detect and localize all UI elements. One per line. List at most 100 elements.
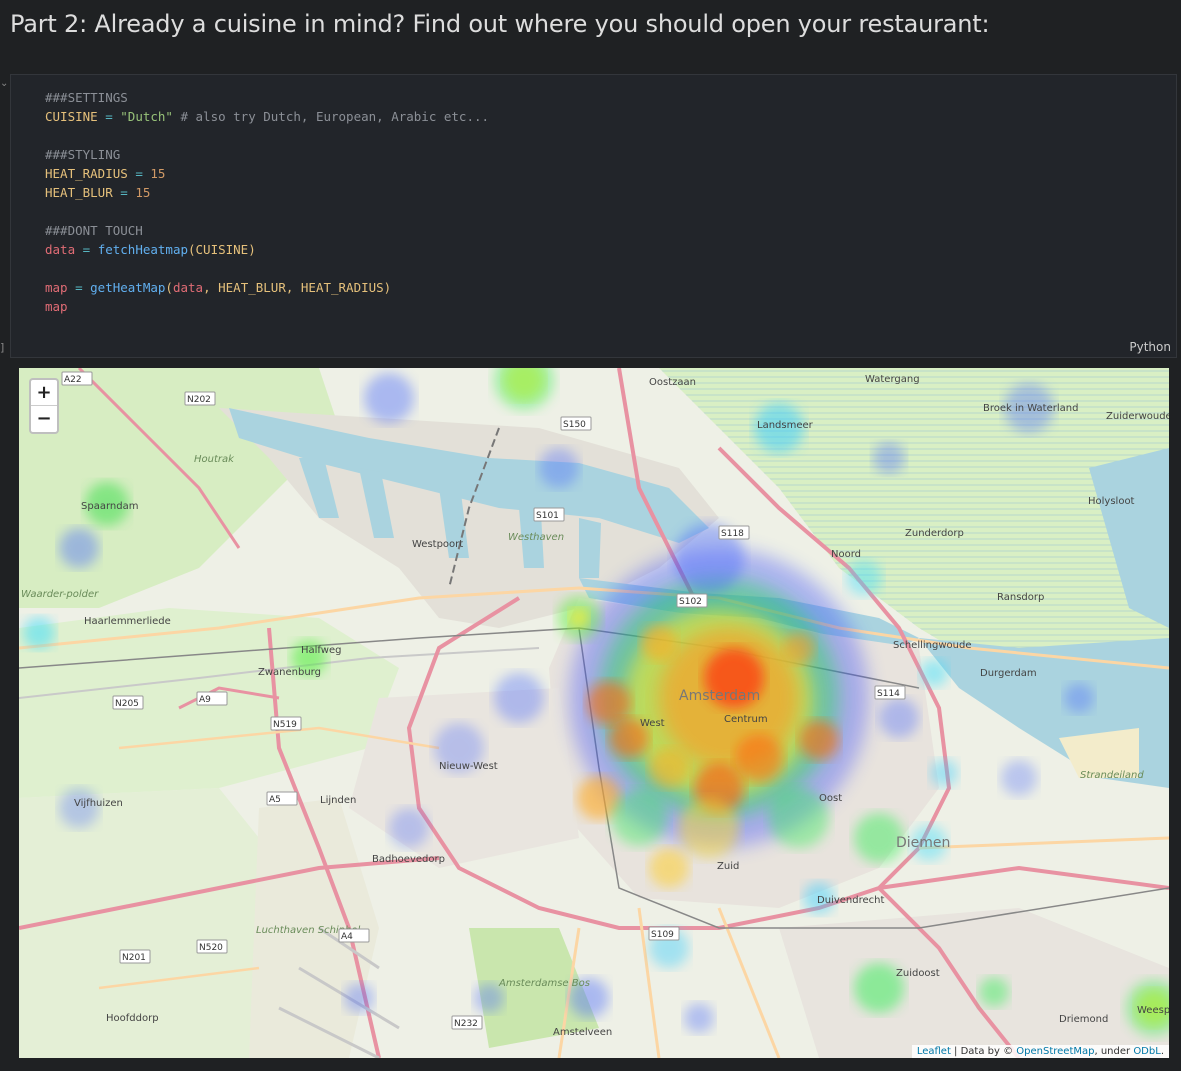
label-landsmeer: Landsmeer xyxy=(757,420,814,431)
openstreetmap-link[interactable]: OpenStreetMap xyxy=(1016,1046,1094,1057)
code-token: = xyxy=(112,185,136,200)
road-shield: S109 xyxy=(648,926,680,941)
code-token: HEAT_BLUR xyxy=(45,185,113,200)
label-westpoort: Westpoort xyxy=(412,539,463,550)
heat-blob xyxy=(389,808,429,848)
code-token: ###SETTINGS xyxy=(45,90,128,105)
attribution-under: , under xyxy=(1094,1046,1134,1057)
label-driemond: Driemond xyxy=(1059,1014,1108,1025)
code-token: CUISINE xyxy=(45,109,98,124)
code-token: = xyxy=(67,280,91,295)
code-token: HEAT_RADIUS xyxy=(45,166,128,181)
heat-blob xyxy=(979,977,1009,1007)
heat-blob xyxy=(735,734,783,782)
svg-text:A9: A9 xyxy=(199,695,211,705)
road-shield: N232 xyxy=(451,1015,483,1030)
code-token: map xyxy=(45,280,68,295)
svg-text:S101: S101 xyxy=(536,511,559,521)
code-token: , HEAT_BLUR, HEAT_RADIUS) xyxy=(203,280,392,295)
label-diemen: Diemen xyxy=(896,835,950,851)
attribution-text: | Data by © xyxy=(950,1046,1017,1057)
heat-blob xyxy=(930,759,958,787)
svg-text:N201: N201 xyxy=(122,953,146,963)
heat-blob xyxy=(611,790,667,846)
label-holysloot: Holysloot xyxy=(1088,496,1135,507)
label-centrum: Centrum xyxy=(724,714,768,725)
label-halfweg: Halfweg xyxy=(301,645,341,656)
heat-blob xyxy=(846,560,882,596)
heatmap-output[interactable]: Oostzaan Watergang Broek in Waterland Zu… xyxy=(19,368,1169,1058)
code-token: data xyxy=(172,280,204,295)
heat-blob xyxy=(679,798,739,858)
label-westhaven: Westhaven xyxy=(508,532,564,543)
zoom-in-button[interactable]: + xyxy=(31,380,57,406)
code-token: # also try Dutch, European, Arabic etc..… xyxy=(172,109,490,124)
road-shield: S101 xyxy=(533,507,565,522)
zoom-out-button[interactable]: − xyxy=(31,406,57,432)
code-token: map xyxy=(45,299,68,314)
svg-text:N520: N520 xyxy=(199,943,223,953)
code-cell[interactable]: ###SETTINGS CUISINE = "Dutch" # also try … xyxy=(10,74,1177,358)
label-duivendrecht: Duivendrecht xyxy=(817,895,884,906)
code-token: = xyxy=(97,109,121,124)
cell-language-label[interactable]: Python xyxy=(1129,340,1171,354)
road-shield: A5 xyxy=(266,791,298,806)
map-attribution: Leaflet | Data by © OpenStreetMap, under… xyxy=(911,1045,1169,1058)
heat-blob xyxy=(783,632,815,664)
road-shield: A4 xyxy=(338,928,370,943)
code-editor[interactable]: ###SETTINGS CUISINE = "Dutch" # also try … xyxy=(45,88,489,316)
odbl-link[interactable]: ODbL xyxy=(1133,1046,1161,1057)
svg-text:N519: N519 xyxy=(273,720,297,730)
label-oost: Oost xyxy=(819,793,842,804)
map-canvas[interactable]: Oostzaan Watergang Broek in Waterland Zu… xyxy=(19,368,1169,1058)
svg-text:S118: S118 xyxy=(721,529,744,539)
collapse-chevron-icon[interactable]: ⌄ xyxy=(0,78,8,89)
attribution-end: . xyxy=(1160,1046,1164,1057)
label-ransdorp: Ransdorp xyxy=(997,592,1044,603)
code-line: HEAT_BLUR = 15 xyxy=(45,183,489,202)
label-zunderdorp: Zunderdorp xyxy=(905,528,964,539)
label-lijnden: Lijnden xyxy=(320,795,356,806)
svg-text:A5: A5 xyxy=(269,795,281,805)
heat-blob xyxy=(649,748,689,788)
page-title: Part 2: Already a cuisine in mind? Find … xyxy=(10,10,990,38)
heat-blob xyxy=(59,528,99,568)
code-token: ( xyxy=(165,280,173,295)
road-shield: N520 xyxy=(196,939,228,954)
execution-count: ] xyxy=(0,341,5,354)
label-strandeiland: Strandeiland xyxy=(1080,770,1144,781)
label-zuid: Zuid xyxy=(717,861,739,872)
label-houtrak: Houtrak xyxy=(194,454,235,465)
road-shield: N205 xyxy=(112,695,144,710)
label-watergang: Watergang xyxy=(865,374,920,385)
label-broek-in-waterland: Broek in Waterland xyxy=(983,403,1078,414)
heat-blob xyxy=(569,608,589,628)
leaflet-link[interactable]: Leaflet xyxy=(917,1046,951,1057)
label-hoofddorp: Hoofddorp xyxy=(106,1013,159,1024)
label-haarlemmerliede: Haarlemmerliede xyxy=(84,616,171,627)
svg-text:N202: N202 xyxy=(187,395,211,405)
heat-blob xyxy=(1064,683,1094,713)
road-shield: A22 xyxy=(61,371,93,386)
heat-blob xyxy=(873,442,905,474)
heat-blob xyxy=(641,625,677,661)
label-nieuw-west: Nieuw-West xyxy=(439,761,498,772)
code-token: 15 xyxy=(135,185,151,200)
label-amstelveen: Amstelveen xyxy=(553,1027,612,1038)
label-noord: Noord xyxy=(831,549,861,560)
code-token: = xyxy=(75,242,98,257)
code-token: ###STYLING xyxy=(45,147,121,162)
code-line: HEAT_RADIUS = 15 xyxy=(45,164,489,183)
code-token: 15 xyxy=(150,166,166,181)
label-oostzaan: Oostzaan xyxy=(649,377,696,388)
label-waarderpolder: Waarder-polder xyxy=(21,589,99,600)
road-shield: N202 xyxy=(184,391,216,406)
svg-text:N232: N232 xyxy=(454,1019,478,1029)
label-schellingwoude: Schellingwoude xyxy=(893,640,972,651)
code-line: data = fetchHeatmap(CUISINE) xyxy=(45,240,489,259)
heat-blob xyxy=(920,659,948,687)
road-shield: N201 xyxy=(119,949,151,964)
code-token: data xyxy=(45,242,76,257)
